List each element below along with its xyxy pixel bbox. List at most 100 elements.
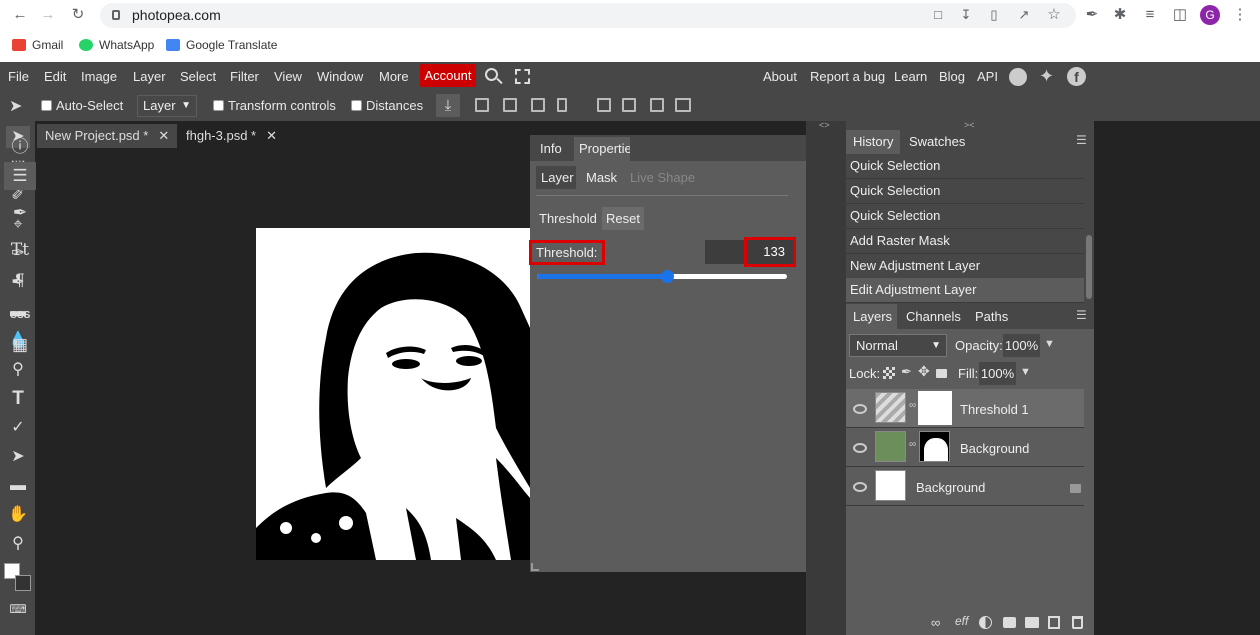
lock-all-icon[interactable] xyxy=(936,369,947,378)
tab-channels[interactable]: Channels xyxy=(906,309,961,324)
panel-menu-icon[interactable]: ☰ xyxy=(1076,308,1087,322)
zoom-tool-icon[interactable]: ⚲ xyxy=(6,533,30,555)
account-button[interactable]: Account xyxy=(420,64,476,87)
background-color-swatch[interactable] xyxy=(15,575,31,591)
install-icon[interactable]: ↧ xyxy=(956,5,976,25)
browser-menu-icon[interactable]: ⋮ xyxy=(1230,5,1250,25)
hand-tool-icon[interactable]: ✋ xyxy=(6,504,30,526)
fill-input[interactable]: 100% xyxy=(979,362,1016,385)
auto-select-checkbox[interactable]: Auto-Select xyxy=(41,98,123,113)
side-panel-icon[interactable]: ◫ xyxy=(1170,5,1190,25)
tab-fhgh-3[interactable]: fhgh-3.psd * ✕ xyxy=(178,124,285,148)
forward-icon[interactable]: → xyxy=(38,5,58,25)
tab-layers[interactable]: Layers xyxy=(846,304,897,329)
visibility-eye-icon[interactable] xyxy=(853,482,867,492)
dodge-tool-icon[interactable]: ⚲ xyxy=(6,359,30,381)
threshold-slider-handle[interactable] xyxy=(661,270,674,283)
link-learn[interactable]: Learn xyxy=(894,69,927,84)
history-item[interactable]: Quick Selection xyxy=(846,179,1084,204)
adjustments-icon[interactable]: ☰ xyxy=(4,162,36,190)
fill-dropdown-icon[interactable]: ▼ xyxy=(1020,366,1031,378)
adjustment-layer-icon[interactable] xyxy=(979,616,992,629)
tab-swatches[interactable]: Swatches xyxy=(909,134,965,149)
close-icon[interactable]: ✕ xyxy=(158,128,169,143)
collapse-arrows-icon[interactable]: >< xyxy=(964,120,975,130)
image-icon[interactable]: ▦ xyxy=(4,331,36,359)
reset-button[interactable]: Reset xyxy=(602,207,644,230)
resize-handle-icon[interactable] xyxy=(531,563,539,571)
reading-list-icon[interactable]: ≡ xyxy=(1140,5,1160,25)
brush-settings-icon[interactable]: ✒ xyxy=(4,199,36,227)
extensions-icon[interactable]: ✱ xyxy=(1110,5,1130,25)
link-about[interactable]: About xyxy=(763,69,797,84)
align-top-icon[interactable] xyxy=(597,98,611,112)
add-mask-icon[interactable] xyxy=(1003,617,1016,628)
visibility-eye-icon[interactable] xyxy=(853,443,867,453)
layer-mask-thumbnail[interactable] xyxy=(918,391,952,425)
tab-info[interactable]: Info xyxy=(540,141,562,156)
threshold-value-input[interactable]: 133 xyxy=(744,237,796,267)
blend-mode-select[interactable]: Normal ▼ xyxy=(849,334,947,357)
transform-controls-checkbox[interactable]: Transform controls xyxy=(213,98,336,113)
collapse-arrows-icon[interactable]: <> xyxy=(819,120,830,130)
menu-select[interactable]: Select xyxy=(180,69,216,84)
eyedropper-extension-icon[interactable]: ✒ xyxy=(1082,5,1102,25)
character-icon[interactable]: Tt xyxy=(4,236,36,264)
menu-file[interactable]: File xyxy=(8,69,29,84)
bookmark-google-translate[interactable]: Google Translate xyxy=(166,37,277,53)
history-item[interactable]: New Adjustment Layer xyxy=(846,254,1084,279)
pen-tool-icon[interactable]: ✓ xyxy=(6,417,30,439)
align-right-icon[interactable] xyxy=(531,98,545,112)
subtab-layer[interactable]: Layer xyxy=(536,166,576,189)
opacity-input[interactable]: 100% xyxy=(1003,334,1040,357)
menu-layer[interactable]: Layer xyxy=(133,69,166,84)
link-api[interactable]: API xyxy=(977,69,998,84)
share-icon[interactable]: ↗ xyxy=(1014,5,1034,25)
subtab-mask[interactable]: Mask xyxy=(586,170,617,185)
history-item[interactable]: Add Raster Mask xyxy=(846,229,1084,254)
bookmark-star-icon[interactable]: ☆ xyxy=(1044,5,1064,25)
distances-checkbox[interactable]: Distances xyxy=(351,98,423,113)
path-selection-icon[interactable]: ➤ xyxy=(6,446,30,468)
keyboard-icon[interactable]: ⌨ xyxy=(6,598,30,620)
lock-pixels-icon[interactable]: ✒ xyxy=(901,364,912,380)
history-item[interactable]: Quick Selection xyxy=(846,204,1084,229)
paragraph-icon[interactable]: ¶ xyxy=(4,266,36,294)
menu-edit[interactable]: Edit xyxy=(44,69,66,84)
distribute-icon[interactable] xyxy=(557,98,567,112)
menu-view[interactable]: View xyxy=(274,69,302,84)
document-icon[interactable]: ▯ xyxy=(984,5,1004,25)
history-scrollbar[interactable] xyxy=(1086,235,1092,299)
menu-image[interactable]: Image xyxy=(81,69,117,84)
info-icon[interactable]: ⓘ xyxy=(4,133,36,161)
lock-position-icon[interactable]: ✥ xyxy=(918,363,930,380)
delete-layer-icon[interactable] xyxy=(1072,616,1083,629)
layer-mask-thumbnail[interactable] xyxy=(919,431,950,462)
link-blog[interactable]: Blog xyxy=(939,69,965,84)
opacity-dropdown-icon[interactable]: ▼ xyxy=(1044,338,1055,350)
fullscreen-icon[interactable] xyxy=(515,69,530,84)
align-center-icon[interactable] xyxy=(503,98,517,112)
new-group-icon[interactable] xyxy=(1025,617,1039,628)
link-chain-icon[interactable]: ∞ xyxy=(909,400,916,411)
tab-paths[interactable]: Paths xyxy=(975,309,1008,324)
lock-transparency-icon[interactable] xyxy=(883,367,895,379)
menu-window[interactable]: Window xyxy=(317,69,363,84)
history-item[interactable]: Quick Selection xyxy=(846,154,1084,179)
distribute-horizontal-icon[interactable] xyxy=(675,98,691,112)
layer-effects-icon[interactable]: eff xyxy=(955,614,968,628)
new-layer-icon[interactable] xyxy=(1048,616,1060,629)
link-layers-icon[interactable]: ∞ xyxy=(931,615,940,630)
download-icon[interactable]: ⤓ xyxy=(436,94,460,117)
layer-select-dropdown[interactable]: Layer ▼ xyxy=(137,95,197,117)
reload-icon[interactable]: ↻ xyxy=(68,5,88,25)
align-bottom-icon[interactable] xyxy=(650,98,664,112)
menu-filter[interactable]: Filter xyxy=(230,69,259,84)
align-middle-icon[interactable] xyxy=(622,98,636,112)
visibility-eye-icon[interactable] xyxy=(853,404,867,414)
bookmark-whatsapp[interactable]: WhatsApp xyxy=(79,37,154,53)
link-report-bug[interactable]: Report a bug xyxy=(810,69,885,84)
bookmark-gmail[interactable]: Gmail xyxy=(12,37,63,53)
type-tool-icon[interactable]: T xyxy=(6,388,30,410)
align-left-icon[interactable] xyxy=(475,98,489,112)
